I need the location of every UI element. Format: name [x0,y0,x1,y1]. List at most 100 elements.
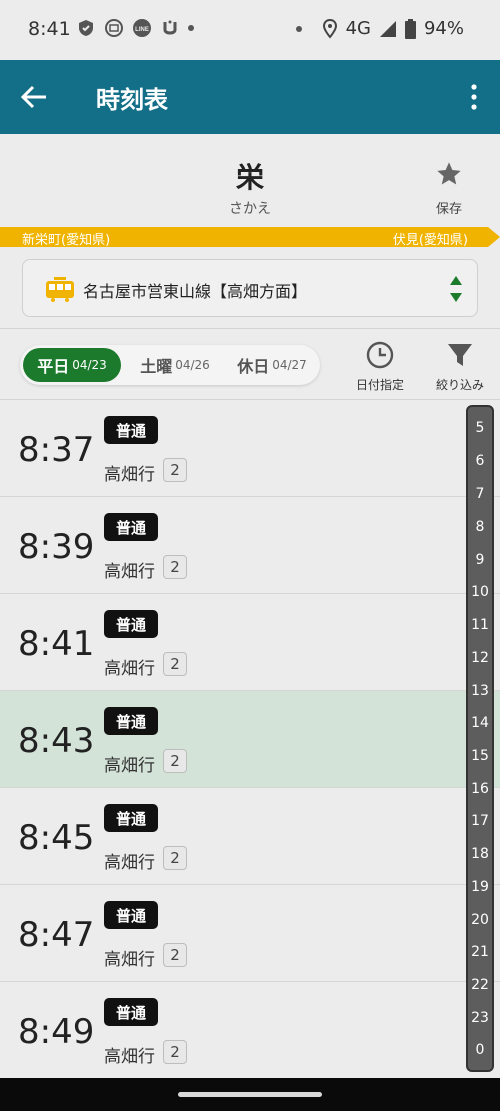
destination: 高畑行 [104,756,155,776]
departure-time: 8:37 [18,430,95,470]
car-count-badge: 2 [163,1040,187,1064]
tab-saturday[interactable]: 土曜 04/26 [125,345,225,385]
train-type-badge: 普通 [104,804,158,832]
filter-icon [448,344,472,366]
car-count-badge: 2 [163,652,187,676]
hour-index-item[interactable]: 8 [468,519,492,535]
departure-time: 8:45 [18,818,95,858]
line-app-icon: LINE [133,19,151,37]
destination: 高畑行 [104,465,155,485]
tab-holiday[interactable]: 休日 04/27 [224,345,320,385]
tab-holiday-date: 04/27 [272,358,307,372]
departure-row[interactable]: 8:47 普通 高畑行 2 [0,885,500,982]
tab-weekday[interactable]: 平日 04/23 [23,348,121,382]
departure-time: 8:41 [18,624,95,664]
date-select-button[interactable]: 日付指定 [345,340,415,393]
departure-row[interactable]: 8:45 普通 高畑行 2 [0,788,500,885]
battery-icon [404,18,416,39]
hour-index-item[interactable]: 20 [468,912,492,928]
hour-index-item[interactable]: 7 [468,486,492,502]
date-select-label: 日付指定 [355,378,404,392]
hour-index-item[interactable]: 22 [468,977,492,993]
tab-saturday-date: 04/26 [175,358,210,372]
status-time: 8:41 [28,18,71,40]
star-icon [437,162,461,185]
hour-index-item[interactable]: 21 [468,944,492,960]
departure-row[interactable]: 8:37 普通 高畑行 2 [0,400,500,497]
divider [0,328,500,329]
save-label: 保存 [435,202,462,217]
system-indicators: 4G 94% [295,18,464,39]
destination: 高畑行 [104,659,155,679]
departure-row-current[interactable]: 8:43 普通 高畑行 2 [0,691,500,788]
battery-percent: 94% [423,18,464,39]
app-u-icon [163,20,177,35]
status-bar: 8:41 LINE 4G 94% [0,0,500,60]
hour-index-item[interactable]: 17 [468,813,492,829]
mail-icon [105,19,123,37]
hour-index-item[interactable]: 11 [468,617,492,633]
train-type-badge: 普通 [104,707,158,735]
car-count-badge: 2 [163,846,187,870]
save-button[interactable]: 保存 [422,160,476,217]
tab-weekday-label: 平日 [37,357,70,376]
hour-index-item[interactable]: 18 [468,846,492,862]
filter-label: 絞り込み [435,378,484,392]
system-dot-icon [295,25,302,32]
hour-index-item[interactable]: 16 [468,781,492,797]
hour-index[interactable]: 5 6 7 8 9 10 11 12 13 14 15 16 17 18 19 … [466,405,494,1072]
tab-holiday-label: 休日 [237,357,270,376]
train-type-badge: 普通 [104,513,158,541]
hour-index-item[interactable]: 5 [468,420,492,436]
train-type-badge: 普通 [104,901,158,929]
hour-index-item[interactable]: 6 [468,453,492,469]
departure-time: 8:47 [18,915,95,955]
departure-row[interactable]: 8:41 普通 高畑行 2 [0,594,500,691]
hour-index-item[interactable]: 0 [468,1042,492,1058]
hour-index-item[interactable]: 13 [468,683,492,699]
train-type-badge: 普通 [104,998,158,1026]
notification-icons: LINE [74,18,194,38]
train-icon [46,277,74,302]
filter-button[interactable]: 絞り込み [425,340,495,393]
svg-text:LINE: LINE [135,27,149,33]
station-header: 栄 さかえ 保存 [0,134,500,224]
destination: 高畑行 [104,1047,155,1067]
notification-dot-icon [188,25,194,31]
signal-icon [379,20,396,37]
destination: 高畑行 [104,562,155,582]
car-count-badge: 2 [163,458,187,482]
departure-row[interactable]: 8:49 普通 高畑行 2 [0,982,500,1079]
departure-time: 8:43 [18,721,95,761]
departure-list: 8:37 普通 高畑行 2 8:39 普通 高畑行 2 8:41 普通 高畑行 … [0,400,500,1079]
hour-index-item[interactable]: 12 [468,650,492,666]
hour-index-item[interactable]: 10 [468,584,492,600]
home-gesture-bar[interactable] [178,1092,322,1097]
line-selector[interactable]: 名古屋市営東山線【高畑方面】 [22,259,478,317]
departure-row[interactable]: 8:39 普通 高畑行 2 [0,497,500,594]
train-type-badge: 普通 [104,416,158,444]
tab-weekday-date: 04/23 [72,358,107,372]
up-down-arrows-icon[interactable] [449,274,463,304]
clock-icon [366,341,394,369]
departure-time: 8:49 [18,1012,95,1052]
train-type-badge: 普通 [104,610,158,638]
hour-index-item[interactable]: 14 [468,715,492,731]
more-options-icon[interactable] [466,82,482,112]
back-arrow-icon[interactable] [18,82,50,112]
previous-station[interactable]: 新栄町(愛知県) [22,229,110,248]
car-count-badge: 2 [163,749,187,773]
location-icon [322,18,337,39]
shield-icon [79,20,93,36]
hour-index-item[interactable]: 19 [468,879,492,895]
hour-index-item[interactable]: 23 [468,1010,492,1026]
app-bar: 時刻表 [0,60,500,134]
day-tabs: 平日 04/23 土曜 04/26 休日 04/27 [20,345,320,385]
car-count-badge: 2 [163,943,187,967]
network-label: 4G [345,18,371,39]
next-station[interactable]: 伏見(愛知県) [393,229,468,248]
page-title: 時刻表 [96,86,168,114]
hour-index-item[interactable]: 15 [468,748,492,764]
hour-index-item[interactable]: 9 [468,552,492,568]
destination: 高畑行 [104,853,155,873]
